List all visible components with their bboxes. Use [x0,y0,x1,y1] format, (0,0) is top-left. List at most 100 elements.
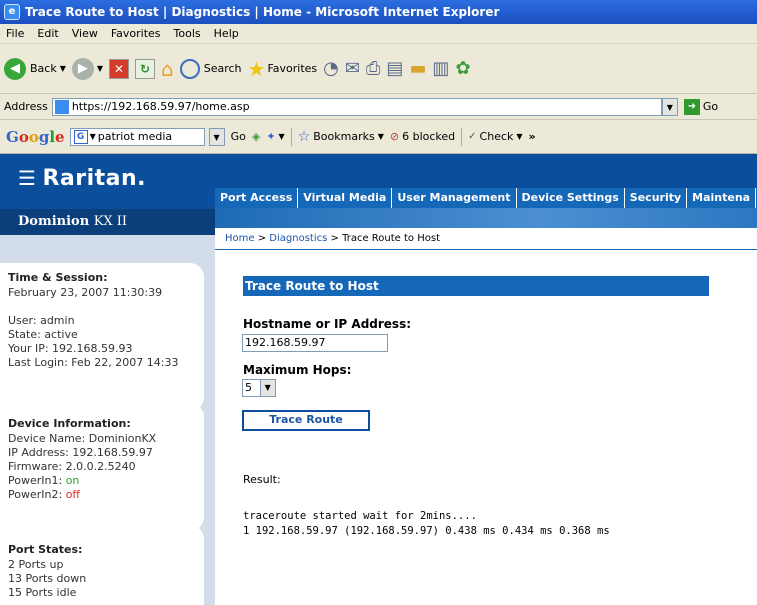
back-arrow-icon: ◀ [4,57,26,80]
google-logo[interactable]: Google [6,128,65,146]
tab-maintenance[interactable]: Maintena [687,188,757,208]
search-button[interactable]: Search [179,58,242,79]
menu-edit[interactable]: Edit [37,27,58,40]
header-banner [215,208,757,228]
print-icon[interactable]: ⎙ [366,58,380,79]
hostname-label: Hostname or IP Address: [243,317,412,331]
device-name: Device Name: DominionKX [8,432,157,445]
research-icon[interactable]: ▥ [432,58,449,79]
hostname-input[interactable]: 192.168.59.97 [242,334,388,352]
address-input[interactable]: https://192.168.59.97/home.asp [51,97,662,116]
ports-title: Port States: [8,543,83,556]
window-titlebar: e Trace Route to Host | Diagnostics | Ho… [0,0,757,24]
main-nav: Port Access Virtual Media User Managemen… [215,188,757,208]
forward-button[interactable]: ▶ ▼ [71,57,104,80]
popup-blocker-icon: ⊘ [389,130,400,143]
edit-icon[interactable]: ▤ [386,58,403,79]
google-dropdown-button[interactable]: ▼ [208,127,225,146]
page-icon [54,99,69,114]
mail-icon[interactable]: ✉ [345,58,360,79]
ie-icon: e [4,4,20,20]
session-panel: Time & Session: February 23, 2007 11:30:… [0,263,204,411]
stop-icon: ✕ [109,58,130,79]
device-panel: Device Information: Device Name: Dominio… [0,403,204,531]
device-title: Device Information: [8,417,131,430]
star-icon: ★ [247,56,266,81]
tab-device-settings[interactable]: Device Settings [517,188,625,208]
max-hops-select[interactable]: 5 ▼ [242,379,276,397]
refresh-button[interactable]: ↻ [135,58,156,79]
power-in-1: PowerIn1: on [8,474,80,487]
chevron-down-icon: ▼ [96,64,104,73]
go-arrow-icon: ➜ [683,98,700,115]
power-in-2: PowerIn2: off [8,488,80,501]
history-icon[interactable]: ◔ [323,58,339,79]
stop-button[interactable]: ✕ [109,58,130,79]
chevron-down-icon: ▼ [516,132,523,141]
power-in-2-status: off [65,488,80,501]
breadcrumb-diagnostics[interactable]: Diagnostics [269,233,327,244]
tab-security[interactable]: Security [625,188,688,208]
home-button[interactable]: ⌂ [161,57,174,81]
menu-tools[interactable]: Tools [174,27,201,40]
power-in-1-status: on [65,474,80,487]
chevron-down-icon: ▼ [89,132,96,141]
tab-user-management[interactable]: User Management [392,188,517,208]
menu-favorites[interactable]: Favorites [111,27,161,40]
puzzle-icon[interactable]: ✦ [266,130,275,143]
device-firmware: Firmware: 2.0.0.2.5240 [8,460,136,473]
bookmarks-button[interactable]: Bookmarks [313,130,374,143]
session-datetime: February 23, 2007 11:30:39 [8,286,163,299]
address-label: Address [4,100,48,113]
sidebar: Time & Session: February 23, 2007 11:30:… [0,235,215,605]
address-dropdown-button[interactable]: ▼ [661,97,678,116]
home-icon: ⌂ [161,56,174,81]
chevron-down-icon: ▼ [59,64,66,73]
session-ip: Your IP: 192.168.59.93 [8,342,133,355]
breadcrumb: Home > Diagnostics > Trace Route to Host [215,228,757,250]
result-label: Result: [243,473,281,486]
result-line-1: traceroute started wait for 2mins.... [243,510,477,522]
chevron-down-icon: ▼ [377,132,384,141]
section-title: Trace Route to Host [243,276,709,296]
search-icon [179,58,200,79]
session-state: State: active [8,328,78,341]
google-g-icon: G [73,129,88,144]
trace-route-button[interactable]: Trace Route [242,410,370,431]
more-button[interactable]: » [529,130,536,143]
menu-help[interactable]: Help [214,27,239,40]
ports-up: 2 Ports up [8,558,64,571]
messenger-icon[interactable]: ✿ [455,58,470,79]
session-last-login: Last Login: Feb 22, 2007 14:33 [8,356,179,369]
tab-virtual-media[interactable]: Virtual Media [298,188,393,208]
chevron-down-icon: ▼ [278,132,285,141]
chevron-down-icon: ▼ [259,380,275,396]
blocked-count[interactable]: 6 blocked [402,130,455,143]
google-go-button[interactable]: Go [231,130,246,143]
favorites-button[interactable]: ★ Favorites [248,57,318,81]
forward-arrow-icon: ▶ [71,57,94,80]
product-name: Dominion KX II [0,209,215,235]
raritan-logo: ☰ Raritan. [18,166,146,191]
google-search-input[interactable]: G ▼ patriot media [69,127,205,146]
separator [461,127,463,146]
breadcrumb-home[interactable]: Home [225,233,255,244]
tab-port-access[interactable]: Port Access [215,188,299,208]
breadcrumb-current: Trace Route to Host [342,233,440,244]
go-button[interactable]: ➜ Go [683,98,718,115]
session-title: Time & Session: [8,271,108,284]
google-toolbar: Google G ▼ patriot media ▼ Go ◈ ✦ ▼ ☆ Bo… [0,120,757,154]
check-button[interactable]: Check [480,130,514,143]
news-icon[interactable]: ◈ [252,130,260,143]
bookmark-star-icon: ☆ [297,128,311,145]
device-ip: IP Address: 192.168.59.97 [8,446,153,459]
address-bar: Address https://192.168.59.97/home.asp ▼… [0,94,757,120]
menu-view[interactable]: View [72,27,98,40]
menu-file[interactable]: File [6,27,24,40]
folder-icon[interactable]: ▬ [409,58,426,79]
result-line-2: 1 192.168.59.97 (192.168.59.97) 0.438 ms… [243,525,610,537]
ports-idle: 15 Ports idle [8,586,77,599]
max-hops-label: Maximum Hops: [243,363,352,377]
refresh-icon: ↻ [135,58,156,79]
back-button[interactable]: ◀ Back ▼ [4,57,66,80]
